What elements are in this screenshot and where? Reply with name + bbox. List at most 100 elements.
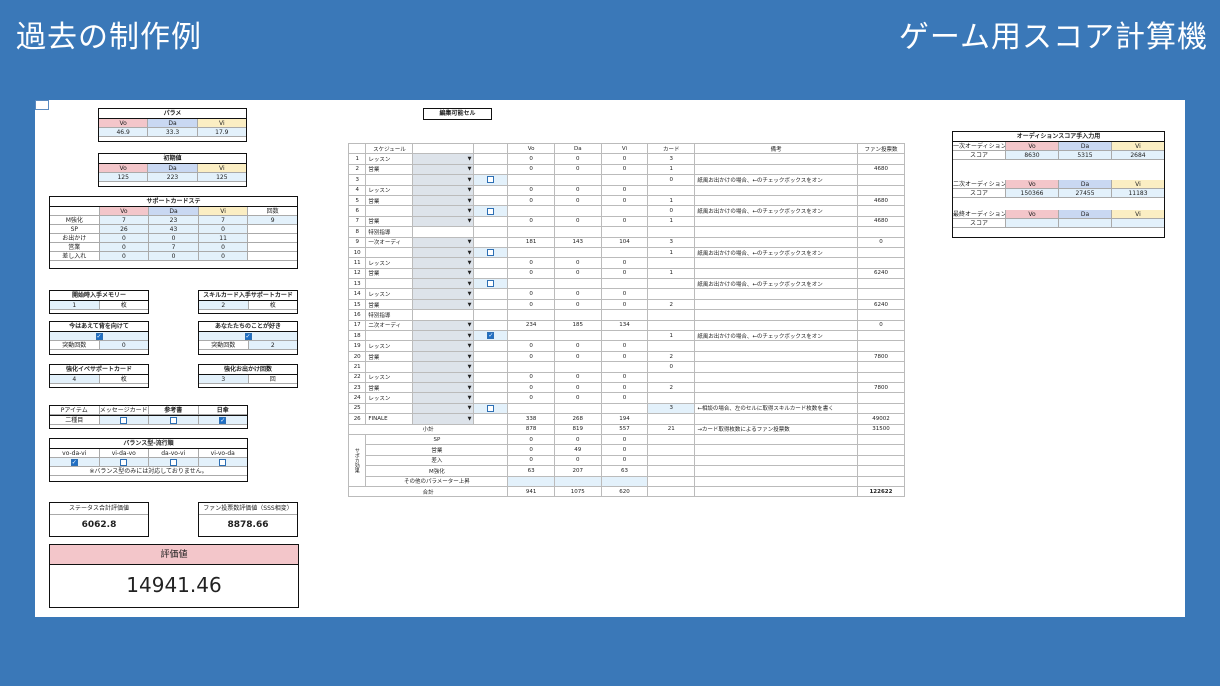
outing-checkbox-cell[interactable] <box>473 278 509 290</box>
schedule-dropdown[interactable]: ▼ <box>412 194 475 207</box>
kyouka-value[interactable]: 4 <box>50 375 100 384</box>
schedule-cell[interactable]: 0 <box>647 361 696 373</box>
da-value[interactable]: 33.3 <box>148 128 198 137</box>
schedule-dropdown[interactable]: ▼ <box>412 381 475 394</box>
schedule-dropdown[interactable]: ▼ <box>412 319 475 332</box>
support-cell[interactable]: 43 <box>149 225 199 234</box>
dropdown-arrow-icon[interactable]: ▼ <box>468 395 472 401</box>
checkbox-icon[interactable] <box>169 417 177 424</box>
schedule-cell[interactable]: 0 <box>647 174 696 186</box>
checkbox-icon[interactable]: ✓ <box>487 332 495 340</box>
checkbox-icon[interactable]: ✓ <box>244 333 252 340</box>
schedule-cell[interactable]: 0 <box>647 205 696 217</box>
schedule-dropdown[interactable]: ▼ <box>412 340 475 352</box>
checkbox-icon[interactable] <box>487 207 495 215</box>
audition-score[interactable]: 2684 <box>1112 151 1164 160</box>
vi-initial[interactable]: 125 <box>197 173 246 182</box>
support-cell[interactable]: 0 <box>99 243 150 252</box>
dropdown-arrow-icon[interactable]: ▼ <box>468 187 472 193</box>
reference-book-checkbox[interactable] <box>149 416 199 425</box>
checkbox-icon[interactable] <box>487 280 495 288</box>
dropdown-arrow-icon[interactable]: ▼ <box>468 166 472 172</box>
checkbox-icon[interactable] <box>487 249 495 257</box>
schedule-dropdown[interactable]: ▼ <box>412 402 475 415</box>
schedule-dropdown[interactable]: ▼ <box>412 288 475 300</box>
schedule-cell[interactable] <box>647 257 696 269</box>
schedule-dropdown[interactable]: ▼ <box>412 163 475 176</box>
support-cell[interactable]: 7 <box>149 243 199 252</box>
support-cell[interactable]: 9 <box>248 216 297 225</box>
outing-checkbox-cell[interactable] <box>473 246 509 259</box>
schedule-dropdown[interactable]: ▼ <box>412 236 475 248</box>
dropdown-arrow-icon[interactable]: ▼ <box>468 260 472 266</box>
schedule-dropdown[interactable]: ▼ <box>412 153 475 165</box>
imahe-count[interactable]: 0 <box>99 341 148 350</box>
checkbox-icon[interactable]: ✓ <box>70 459 78 466</box>
audition-score[interactable]: 150366 <box>1006 189 1059 198</box>
vo-initial[interactable]: 125 <box>99 173 149 182</box>
checkbox-icon[interactable]: ✓ <box>219 417 227 424</box>
schedule-cell[interactable] <box>647 413 696 425</box>
support-effect-cell[interactable] <box>507 475 555 487</box>
schedule-dropdown[interactable]: ▼ <box>412 413 475 425</box>
schedule-cell[interactable]: 3 <box>647 236 696 248</box>
outing-checkbox-cell[interactable]: ✓ <box>473 330 509 342</box>
schedule-dropdown[interactable]: ▼ <box>412 215 475 228</box>
anata-count[interactable]: 2 <box>248 341 297 350</box>
imahe-checkbox-cell[interactable]: ✓ <box>50 332 148 341</box>
dropdown-arrow-icon[interactable]: ▼ <box>468 177 472 183</box>
schedule-cell[interactable] <box>647 392 696 404</box>
support-effect-cell[interactable] <box>600 475 649 487</box>
support-cell[interactable]: 0 <box>99 252 150 261</box>
audition-score[interactable] <box>1006 219 1059 228</box>
audition-score[interactable]: 27455 <box>1059 189 1112 198</box>
support-cell[interactable]: 11 <box>198 234 249 243</box>
schedule-cell[interactable]: 2 <box>647 298 696 311</box>
schedule-cell[interactable]: 1 <box>647 163 696 176</box>
schedule-dropdown[interactable]: ▼ <box>412 298 475 311</box>
schedule-cell[interactable]: 1 <box>647 330 696 342</box>
balance-checkbox[interactable]: ✓ <box>50 458 100 467</box>
audition-score[interactable] <box>1112 219 1164 228</box>
support-cell[interactable]: 23 <box>149 216 199 225</box>
schedule-dropdown[interactable]: ▼ <box>412 267 475 280</box>
schedule-cell[interactable] <box>647 184 696 196</box>
dropdown-arrow-icon[interactable]: ▼ <box>468 218 472 224</box>
support-effect-cell[interactable] <box>553 475 602 487</box>
dropdown-arrow-icon[interactable]: ▼ <box>468 322 472 328</box>
vi-value[interactable]: 17.9 <box>197 128 246 137</box>
schedule-dropdown[interactable]: ▼ <box>412 350 475 363</box>
schedule-dropdown[interactable]: ▼ <box>412 371 475 384</box>
balance-checkbox[interactable] <box>149 458 199 467</box>
schedule-cell[interactable]: 3 <box>647 153 696 165</box>
vo-value[interactable]: 46.9 <box>99 128 149 137</box>
schedule-dropdown[interactable]: ▼ <box>412 330 475 342</box>
dropdown-arrow-icon[interactable]: ▼ <box>468 364 472 370</box>
schedule-cell[interactable] <box>647 340 696 352</box>
skill-value[interactable]: 2 <box>199 301 249 310</box>
message-card-checkbox[interactable] <box>99 416 149 425</box>
dropdown-arrow-icon[interactable]: ▼ <box>468 354 472 360</box>
support-cell[interactable]: 7 <box>198 216 249 225</box>
parasol-checkbox[interactable]: ✓ <box>198 416 247 425</box>
schedule-cell[interactable]: 3 <box>647 402 696 415</box>
support-cell[interactable]: 26 <box>99 225 150 234</box>
schedule-cell[interactable]: 1 <box>647 215 696 228</box>
schedule-cell[interactable]: 1 <box>647 246 696 259</box>
schedule-cell[interactable] <box>647 371 696 384</box>
schedule-cell[interactable]: 2 <box>647 350 696 363</box>
anata-checkbox-cell[interactable]: ✓ <box>199 332 297 341</box>
memory-value[interactable]: 1 <box>50 301 100 310</box>
schedule-dropdown[interactable]: ▼ <box>412 184 475 196</box>
dropdown-arrow-icon[interactable]: ▼ <box>468 208 472 214</box>
checkbox-icon[interactable] <box>120 459 128 466</box>
schedule-cell[interactable] <box>647 309 696 321</box>
checkbox-icon[interactable] <box>219 459 227 466</box>
checkbox-icon[interactable]: ✓ <box>95 333 103 340</box>
balance-checkbox[interactable] <box>198 458 247 467</box>
da-initial[interactable]: 223 <box>148 173 198 182</box>
schedule-cell[interactable] <box>647 319 696 332</box>
checkbox-icon[interactable] <box>169 459 177 466</box>
outing-checkbox-cell[interactable] <box>473 174 509 186</box>
schedule-cell[interactable]: 2 <box>647 381 696 394</box>
